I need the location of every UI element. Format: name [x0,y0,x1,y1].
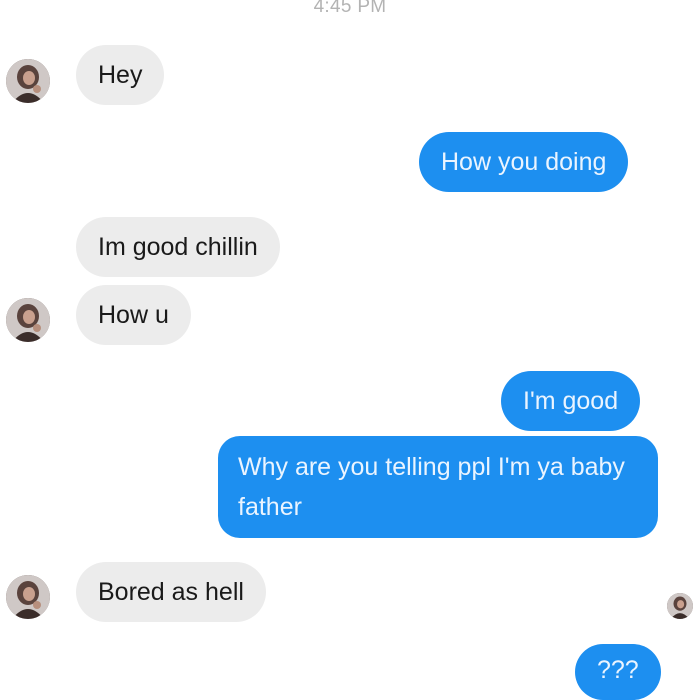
contact-avatar-icon[interactable] [6,575,50,619]
message-timestamp: 4:45 PM [313,0,387,17]
message-bubble-incoming[interactable]: Bored as hell [76,562,266,622]
read-receipt-avatar-icon [667,593,693,619]
contact-avatar-icon[interactable] [6,59,50,103]
message-bubble-outgoing[interactable]: ??? [575,644,661,700]
contact-avatar-icon[interactable] [6,298,50,342]
message-bubble-outgoing[interactable]: I'm good [501,371,641,431]
message-bubble-incoming[interactable]: How u [76,285,191,345]
message-bubble-outgoing[interactable]: Why are you telling ppl I'm ya baby fath… [218,436,658,538]
message-bubble-incoming[interactable]: Hey [76,45,165,105]
message-bubble-outgoing[interactable]: How you doing [419,132,629,192]
message-bubble-incoming[interactable]: Im good chillin [76,217,280,277]
